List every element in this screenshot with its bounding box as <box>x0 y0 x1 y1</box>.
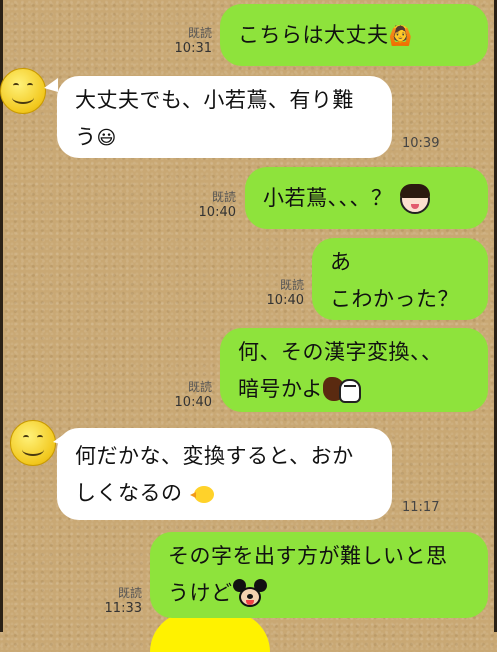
chick-icon <box>189 483 216 505</box>
read-receipt: 既読 <box>211 190 236 204</box>
message-bubble-outgoing[interactable]: あ こわかった？ <box>312 238 488 320</box>
mouse-face-icon <box>232 579 267 609</box>
read-receipt: 既読 <box>117 586 142 600</box>
message-meta: 既読 10:40 <box>166 380 212 410</box>
contact-avatar[interactable] <box>0 68 46 114</box>
message-bubble-outgoing[interactable]: その字を出す方が難しいと思 うけど <box>150 532 488 618</box>
message-text-line2: うけど <box>168 581 233 605</box>
message-meta: 既読 10:40 <box>258 278 304 308</box>
message-text: こちらは大丈夫 <box>238 23 389 47</box>
read-receipt: 既読 <box>279 278 304 292</box>
message-text-line1: あ <box>330 250 352 274</box>
person-ok-gesture-icon: 🙆 <box>388 24 413 47</box>
message-text-line1: 何、その漢字変換、、 <box>238 340 443 364</box>
splat-ghost-icon <box>322 375 363 405</box>
sticker-peek <box>150 612 270 652</box>
message-time: 10:40 <box>198 205 236 220</box>
message-text-line2: う <box>75 125 97 149</box>
contact-avatar[interactable] <box>10 420 56 466</box>
message-text-line2: こわかった？ <box>330 287 459 311</box>
message-time: 10:39 <box>402 136 440 151</box>
message-time: 10:40 <box>266 293 304 308</box>
message-time: 10:40 <box>174 395 212 410</box>
message-text-line1: 何だかな、変換すると、おか <box>75 444 354 468</box>
read-receipt: 既読 <box>187 380 212 394</box>
message-bubble-outgoing[interactable]: 何、その漢字変換、、 暗号かよ <box>220 328 488 412</box>
bubble-tail <box>44 78 58 92</box>
message-text-line1: 大丈夫でも、小若蔦、有り難 <box>75 88 354 112</box>
message-text-line2: しくなるの <box>75 481 183 505</box>
message-time: 10:31 <box>174 41 212 56</box>
read-receipt: 既読 <box>187 26 212 40</box>
message-bubble-outgoing[interactable]: こちらは大丈夫🙆 <box>220 4 488 66</box>
girl-face-icon <box>399 184 430 214</box>
message-bubble-incoming[interactable]: 大丈夫でも、小若蔦、有り難 う😃 <box>57 76 392 158</box>
message-time: 11:33 <box>104 601 142 616</box>
message-meta: 既読 10:31 <box>166 26 212 56</box>
message-bubble-incoming[interactable]: 何だかな、変換すると、おか しくなるの <box>57 428 392 520</box>
message-text: 小若蔦、、、？ <box>263 186 393 210</box>
grinning-face-icon: 😃 <box>96 126 117 149</box>
message-time: 11:17 <box>402 500 440 515</box>
message-text-line1: その字を出す方が難しいと思 <box>168 544 448 568</box>
message-meta: 既読 10:40 <box>190 190 236 220</box>
message-text-line2: 暗号かよ <box>238 377 323 401</box>
message-bubble-outgoing[interactable]: 小若蔦、、、？ <box>245 167 488 229</box>
message-meta: 既読 11:33 <box>96 586 142 616</box>
